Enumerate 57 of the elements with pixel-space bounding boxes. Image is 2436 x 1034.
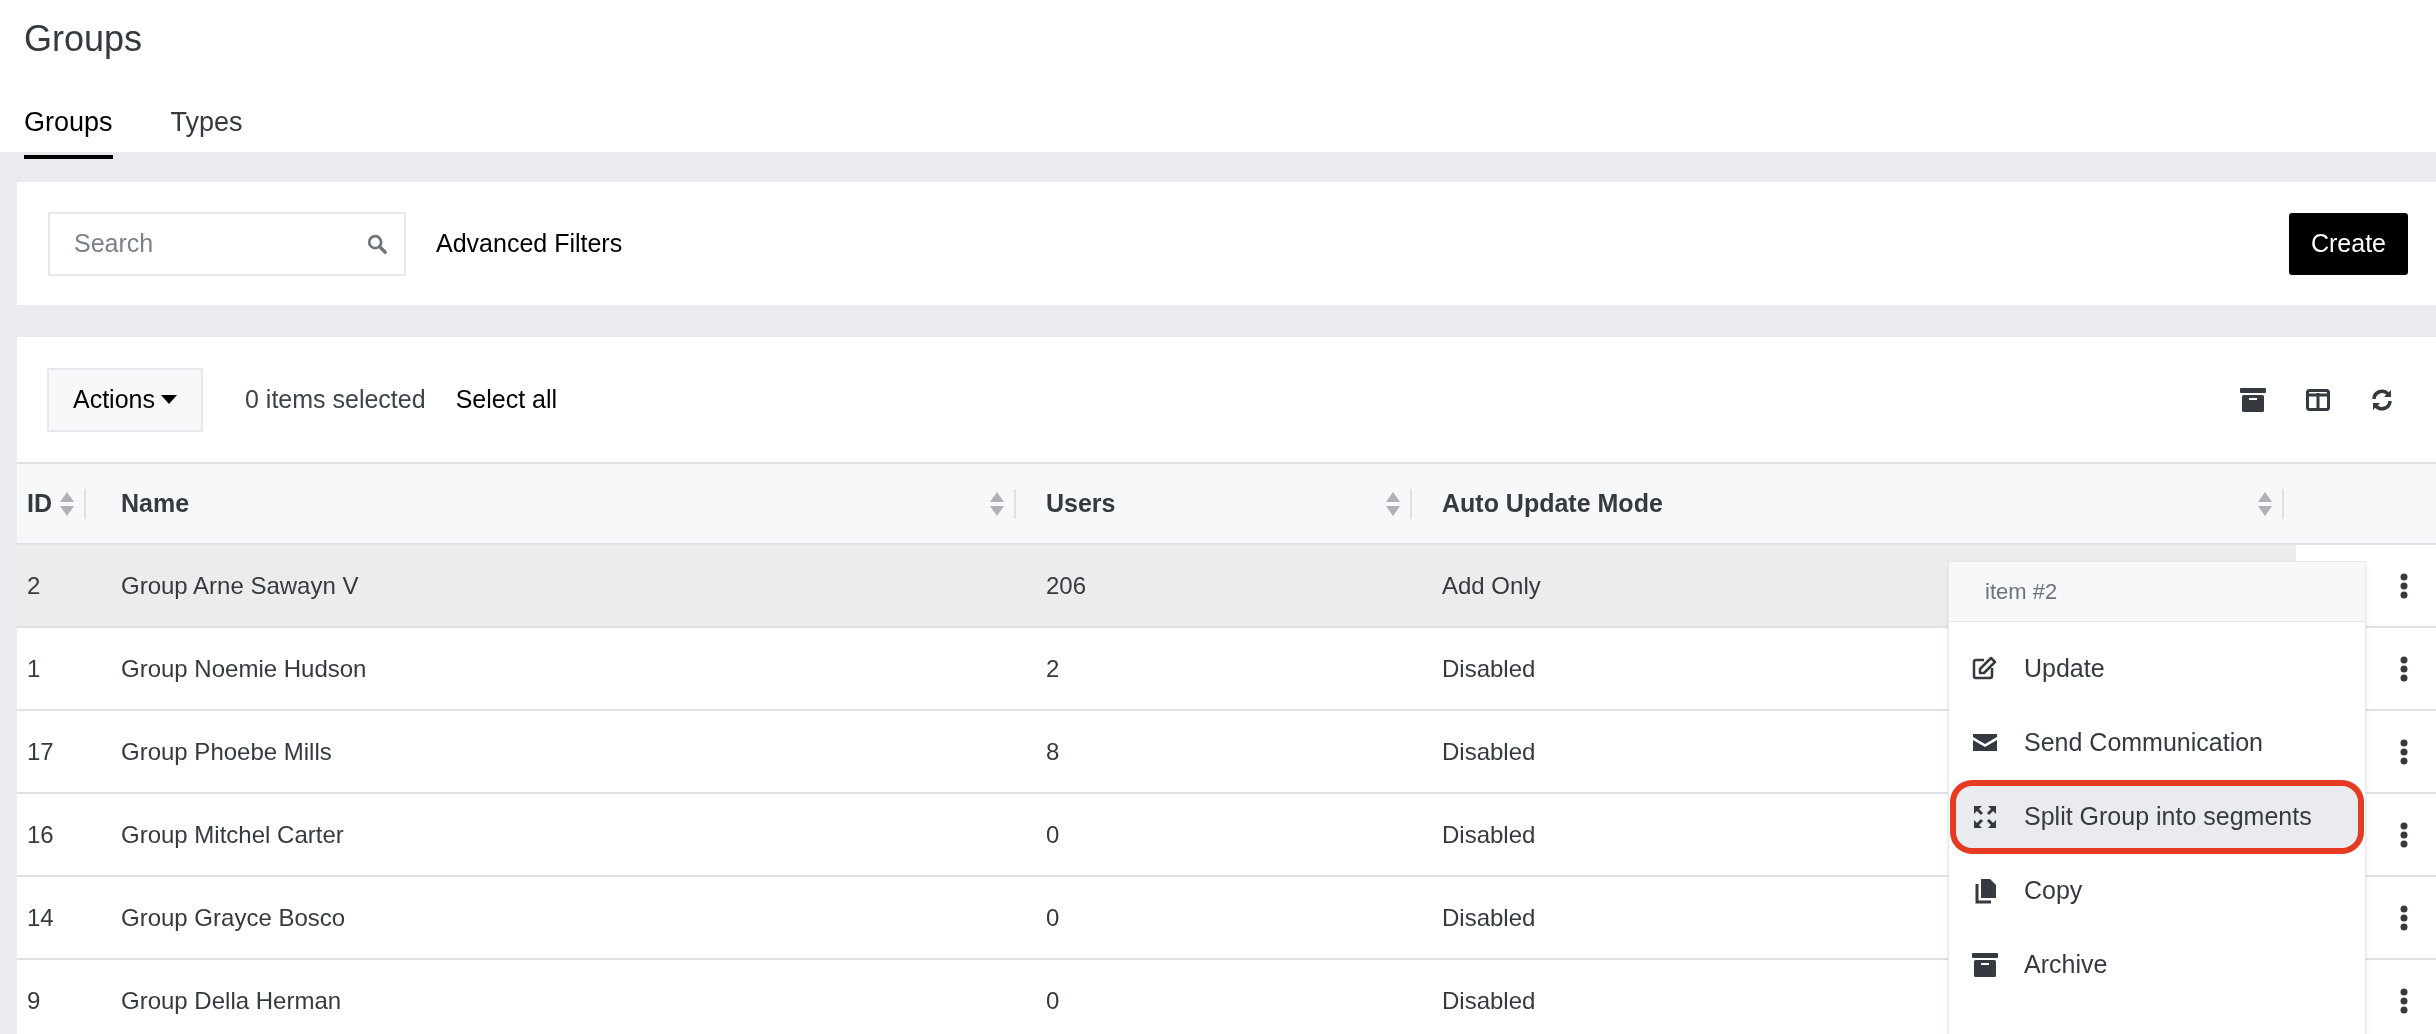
select-all-link[interactable]: Select all bbox=[455, 380, 558, 419]
actions-button[interactable]: Actions bbox=[47, 367, 203, 432]
table-cell: 16 bbox=[27, 820, 54, 848]
column-header[interactable]: Users bbox=[1046, 484, 1116, 523]
table-cell: Group Phoebe Mills bbox=[121, 737, 332, 765]
search-field[interactable]: Search bbox=[48, 211, 406, 276]
table-cell: Disabled bbox=[1442, 737, 1536, 765]
table-cell: 0 bbox=[1046, 820, 1060, 848]
more-options-icon[interactable] bbox=[2400, 655, 2408, 682]
table-cell: Disabled bbox=[1442, 903, 1536, 931]
table-cell: 0 bbox=[1046, 986, 1060, 1014]
menu-item[interactable]: Split Group into segments bbox=[1950, 780, 2364, 854]
table-cell: Group Della Herman bbox=[121, 986, 342, 1014]
table-cell: Add Only bbox=[1442, 571, 1541, 599]
table-cell: 17 bbox=[27, 737, 54, 765]
create-button[interactable]: Create bbox=[2288, 212, 2408, 275]
sort-icon bbox=[2258, 491, 2272, 516]
table-cell: Disabled bbox=[1442, 986, 1536, 1014]
archive-icon bbox=[1972, 952, 1998, 978]
edit-icon bbox=[1972, 656, 1998, 682]
sort-icon bbox=[60, 491, 74, 516]
table-cell: Disabled bbox=[1442, 820, 1536, 848]
table-cell: 14 bbox=[27, 903, 54, 931]
table-cell: 0 bbox=[1046, 903, 1060, 931]
refresh-icon[interactable] bbox=[2370, 387, 2394, 412]
more-options-icon[interactable] bbox=[2400, 987, 2408, 1014]
columns-icon[interactable] bbox=[2306, 388, 2330, 411]
advanced-filters-link[interactable]: Advanced Filters bbox=[436, 224, 623, 263]
tab[interactable]: Groups bbox=[24, 102, 113, 159]
table-cell: 1 bbox=[27, 654, 41, 682]
search-icon bbox=[366, 232, 388, 255]
column-header[interactable]: ID bbox=[27, 484, 52, 523]
tab[interactable]: Types bbox=[170, 102, 243, 159]
table-cell: 2 bbox=[27, 571, 41, 599]
table-cell: 206 bbox=[1046, 571, 1087, 599]
page-title: Groups bbox=[24, 18, 144, 60]
table-cell: Disabled bbox=[1442, 654, 1536, 682]
table-cell: Group Arne Sawayn V bbox=[121, 571, 359, 599]
caret-icon bbox=[161, 395, 177, 404]
table-cell: 9 bbox=[27, 986, 41, 1014]
menu-header: item #2 bbox=[1949, 562, 2365, 622]
table-cell: Group Noemie Hudson bbox=[121, 654, 367, 682]
expand-arrows-icon bbox=[1972, 804, 1998, 830]
archive-icon[interactable] bbox=[2240, 387, 2266, 412]
more-options-icon[interactable] bbox=[2400, 904, 2408, 931]
sort-icon bbox=[1386, 491, 1400, 516]
more-options-icon[interactable] bbox=[2400, 821, 2408, 848]
table-cell: Group Mitchel Carter bbox=[121, 820, 344, 848]
more-options-icon[interactable] bbox=[2400, 738, 2408, 765]
selection-count: 0 items selected bbox=[245, 383, 426, 415]
table-cell: 8 bbox=[1046, 737, 1060, 765]
table-cell: Group Grayce Bosco bbox=[121, 903, 346, 931]
sort-icon bbox=[990, 491, 1004, 516]
more-options-icon[interactable] bbox=[2400, 572, 2408, 599]
column-header[interactable]: Auto Update Mode bbox=[1442, 484, 1663, 523]
table-cell: 2 bbox=[1046, 654, 1060, 682]
column-header[interactable]: Name bbox=[121, 484, 190, 523]
